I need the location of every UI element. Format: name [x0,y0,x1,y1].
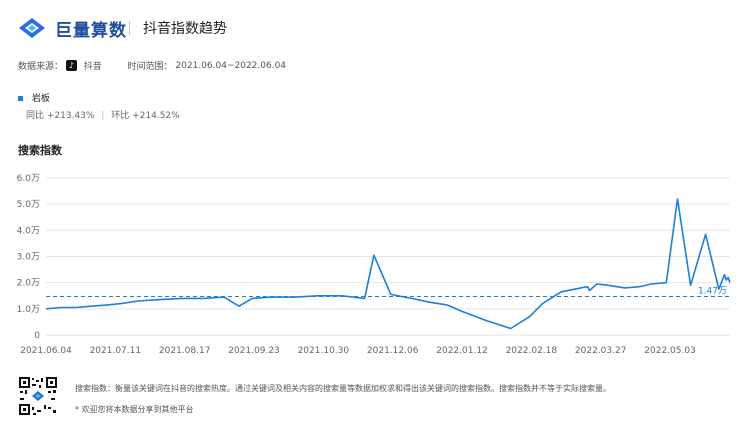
qr-code-icon [18,376,58,416]
x-tick-label: 2022.01.12 [436,346,488,356]
header-divider [129,21,130,35]
y-tick-label: 2.0万 [17,279,40,289]
y-tick-label: 6.0万 [17,174,40,184]
juliang-logo-icon [19,18,45,38]
x-tick-label: 2022.03.27 [575,346,627,356]
source-label: 数据来源： [18,62,64,72]
range-value: 2021.06.04~2022.06.04 [175,60,287,71]
yoy-stat: 同比 +213.43% [26,111,95,121]
x-tick-label: 2021.08.17 [159,346,211,356]
comparison-stats: 同比 +213.43% | 环比 +214.52% [26,108,180,121]
legend-label: 岩板 [31,94,50,104]
meta-row: 数据来源： ♪ 抖音 时间范围： 2021.06.04~2022.06.04 [18,59,286,72]
average-label: 1.47万 [698,287,727,297]
search-index-chart: 0 1.0万 2.0万 3.0万 4.0万 5.0万 6.0万 2021.06.04 2021.… [17,174,731,356]
mom-stat: 环比 +214.52% [111,111,180,121]
range-label: 时间范围： [127,62,173,72]
douyin-icon: ♪ [65,60,77,71]
footnote-definition: 搜索指数：衡量该关键词在抖音的搜索热度。通过关键词及相关内容的搜索量等数据加权求… [75,384,611,393]
x-tick-label: 2021.06.04 [20,346,72,356]
x-tick-label: 2021.12.06 [367,346,419,356]
y-tick-label: 4.0万 [17,226,40,236]
x-tick-label: 2021.10.30 [298,346,350,356]
x-tick-label: 2021.09.23 [228,346,280,356]
legend-item[interactable]: 岩板 [18,91,50,104]
x-tick-label: 2021.07.11 [90,346,142,356]
stats-divider: | [101,111,105,121]
y-tick-label: 0 [34,331,40,341]
source-value: 抖音 [83,62,102,72]
page-title: 抖音指数趋势 [143,21,227,37]
brand-name: 巨量算数 [55,21,127,41]
footnote-share: * 欢迎您将本数据分享到其他平台 [75,405,194,414]
x-tick-label: 2022.05.03 [644,346,696,356]
section-title: 搜索指数 [18,144,62,157]
y-tick-label: 3.0万 [17,253,40,263]
y-tick-label: 5.0万 [17,200,40,210]
page-header: 巨量算数 抖音指数趋势 [15,14,735,42]
y-tick-label: 1.0万 [17,305,40,315]
qr-code [18,376,58,416]
legend-swatch [18,96,23,101]
x-tick-label: 2022.02.18 [506,346,558,356]
